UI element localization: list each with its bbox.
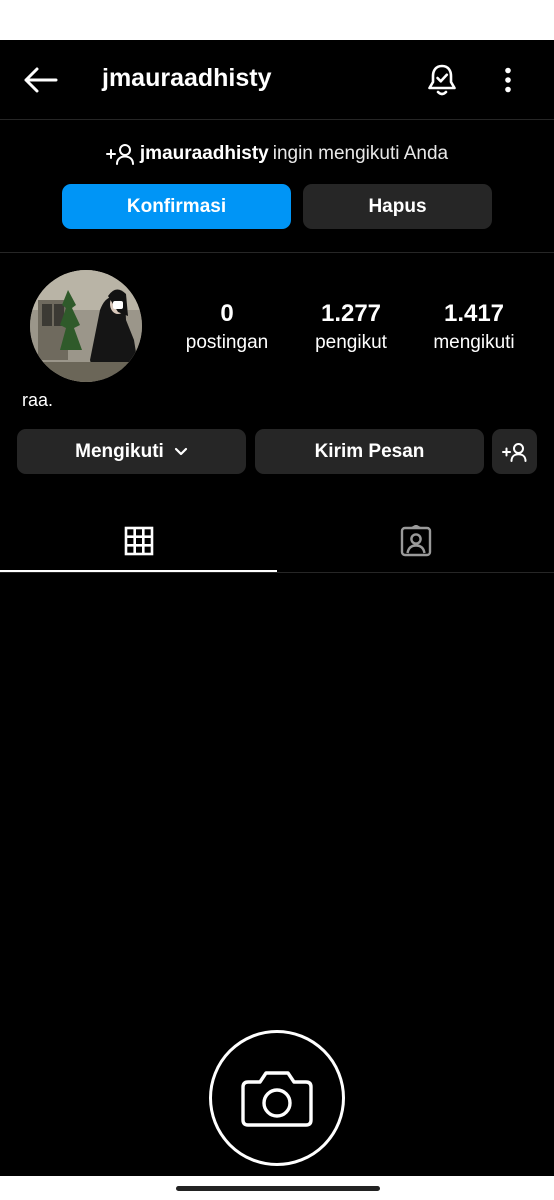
avatar[interactable] (30, 270, 142, 382)
followers-count: 1.277 (320, 300, 382, 327)
camera-icon (241, 1071, 313, 1127)
confirm-button[interactable]: Konfirmasi (62, 184, 291, 229)
posts-label: postingan (185, 332, 269, 353)
more-options-button[interactable] (488, 58, 528, 102)
add-person-icon (105, 144, 134, 165)
profile-header: jmauraadhisty (0, 40, 554, 120)
request-username[interactable]: jmauraadhisty (140, 143, 269, 165)
following-count: 1.417 (443, 300, 505, 327)
tagged-person-icon (400, 525, 431, 557)
profile-bio: raa. (22, 390, 54, 410)
active-tab-indicator (0, 570, 277, 572)
back-button[interactable] (18, 60, 62, 100)
home-indicator[interactable] (176, 1186, 380, 1191)
following-label: mengikuti (433, 332, 515, 353)
following-button-label: Mengikuti (75, 440, 164, 462)
profile-tabs (0, 510, 554, 573)
delete-button[interactable]: Hapus (303, 184, 492, 229)
notification-bell-icon (428, 64, 456, 96)
more-vertical-icon (505, 67, 511, 93)
tab-tagged[interactable] (277, 510, 554, 572)
following-stat[interactable]: 1.417 mengikuti (420, 300, 528, 354)
notification-bell-button[interactable] (420, 58, 464, 102)
back-arrow-icon (24, 67, 58, 93)
request-message: ingin mengikuti Anda (272, 143, 449, 164)
header-username: jmauraadhisty (102, 64, 272, 92)
followers-label: pengikut (315, 332, 387, 353)
status-bar (0, 0, 554, 40)
suggest-people-button[interactable] (492, 429, 537, 474)
profile-photo (30, 270, 142, 382)
follow-request-text: jmauraadhisty ingin mengikuti Anda (0, 143, 554, 165)
tab-grid[interactable] (0, 510, 277, 572)
following-button[interactable]: Mengikuti (17, 429, 246, 474)
grid-icon (124, 526, 153, 556)
posts-stat: 0 postingan (172, 300, 282, 354)
send-message-button[interactable]: Kirim Pesan (255, 429, 484, 474)
empty-posts-camera (209, 1030, 345, 1166)
chevron-down-icon (174, 447, 187, 456)
add-person-icon (501, 442, 526, 462)
followers-stat[interactable]: 1.277 pengikut (298, 300, 404, 354)
follow-request-banner: jmauraadhisty ingin mengikuti Anda Konfi… (0, 120, 554, 253)
posts-count: 0 (220, 300, 234, 327)
